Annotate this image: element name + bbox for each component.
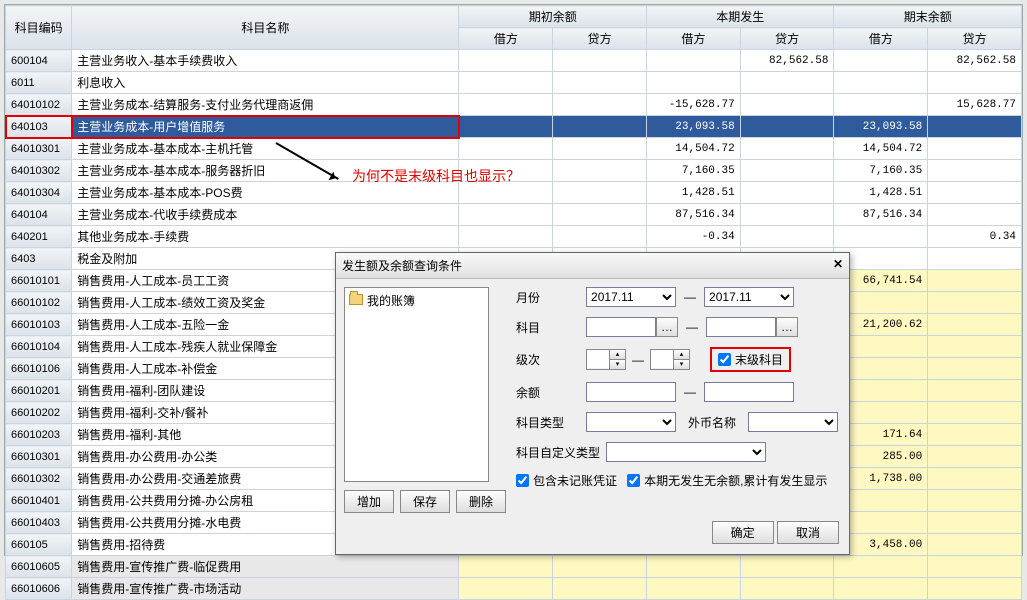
query-dialog: 发生额及余额查询条件 ✕ 我的账簿 增加 保存 删除 月份 2017.11 — … [335, 252, 850, 555]
currency-select[interactable] [748, 412, 838, 432]
include-unposted-checkbox[interactable] [516, 474, 529, 487]
table-row[interactable]: 640103 主营业务成本-用户增值服务23,093.5823,093.58 [6, 116, 1022, 138]
close-icon[interactable]: ✕ [833, 257, 843, 274]
col-begin[interactable]: 期初余额 [459, 6, 647, 28]
tree-panel[interactable]: 我的账簿 [344, 287, 489, 482]
label-nochange: 本期无发生无余额,累计有发生显示 [644, 472, 827, 489]
col-end-credit[interactable]: 贷方 [928, 28, 1022, 50]
table-row[interactable]: 64010302 主营业务成本-基本成本-服务器折旧7,160.357,160.… [6, 160, 1022, 182]
table-row[interactable]: 640104 主营业务成本-代收手续费成本87,516.3487,516.34 [6, 204, 1022, 226]
col-name[interactable]: 科目名称 [72, 6, 459, 50]
level-from-stepper[interactable]: ▴▾ [586, 349, 626, 370]
col-begin-debit[interactable]: 借方 [459, 28, 553, 50]
balance-to[interactable] [704, 382, 794, 402]
col-period-debit[interactable]: 借方 [646, 28, 740, 50]
subject-from[interactable] [586, 317, 656, 337]
table-row[interactable]: 64010301 主营业务成本-基本成本-主机托管14,504.7214,504… [6, 138, 1022, 160]
table-row[interactable]: 64010102 主营业务成本-结算服务-支付业务代理商返佣-15,628.77… [6, 94, 1022, 116]
col-begin-credit[interactable]: 贷方 [553, 28, 647, 50]
dialog-title: 发生额及余额查询条件 [342, 257, 462, 274]
delete-button[interactable]: 删除 [456, 490, 506, 513]
label-currency: 外币名称 [688, 414, 748, 431]
cancel-button[interactable]: 取消 [777, 521, 839, 544]
label-leaf: 末级科目 [735, 351, 783, 368]
col-code[interactable]: 科目编码 [6, 6, 72, 50]
subjtype-select[interactable] [586, 412, 676, 432]
table-row[interactable]: 66010605 销售费用-宣传推广费-临促费用 [6, 556, 1022, 578]
leaf-subject-highlight: 末级科目 [710, 347, 791, 372]
label-month: 月份 [516, 289, 586, 306]
custom-select[interactable] [606, 442, 766, 462]
table-row[interactable]: 600104 主营业务收入-基本手续费收入82,562.5882,562.58 [6, 50, 1022, 72]
col-period[interactable]: 本期发生 [646, 6, 834, 28]
col-end[interactable]: 期末余额 [834, 6, 1022, 28]
label-balance: 余额 [516, 384, 586, 401]
subject-from-lookup[interactable]: … [656, 317, 678, 337]
label-level: 级次 [516, 351, 586, 368]
show-nochange-checkbox[interactable] [627, 474, 640, 487]
col-period-credit[interactable]: 贷方 [740, 28, 834, 50]
label-include: 包含未记账凭证 [533, 472, 617, 489]
subject-to-lookup[interactable]: … [776, 317, 798, 337]
balance-from[interactable] [586, 382, 676, 402]
col-end-debit[interactable]: 借方 [834, 28, 928, 50]
save-button[interactable]: 保存 [400, 490, 450, 513]
table-row[interactable]: 66010606 销售费用-宣传推广费-市场活动 [6, 578, 1022, 600]
month-to[interactable]: 2017.11 [704, 287, 794, 307]
add-button[interactable]: 增加 [344, 490, 394, 513]
table-row[interactable]: 6011利息收入 [6, 72, 1022, 94]
label-custom: 科目自定义类型 [516, 444, 606, 461]
level-to-stepper[interactable]: ▴▾ [650, 349, 690, 370]
leaf-subject-checkbox[interactable] [718, 353, 731, 366]
month-from[interactable]: 2017.11 [586, 287, 676, 307]
ok-button[interactable]: 确定 [712, 521, 774, 544]
table-row[interactable]: 640201 其他业务成本-手续费-0.340.34 [6, 226, 1022, 248]
folder-icon [349, 294, 363, 305]
label-subject: 科目 [516, 319, 586, 336]
label-subjtype: 科目类型 [516, 414, 586, 431]
table-row[interactable]: 64010304 主营业务成本-基本成本-POS费1,428.511,428.5… [6, 182, 1022, 204]
subject-to[interactable] [706, 317, 776, 337]
tree-root[interactable]: 我的账簿 [367, 294, 415, 308]
